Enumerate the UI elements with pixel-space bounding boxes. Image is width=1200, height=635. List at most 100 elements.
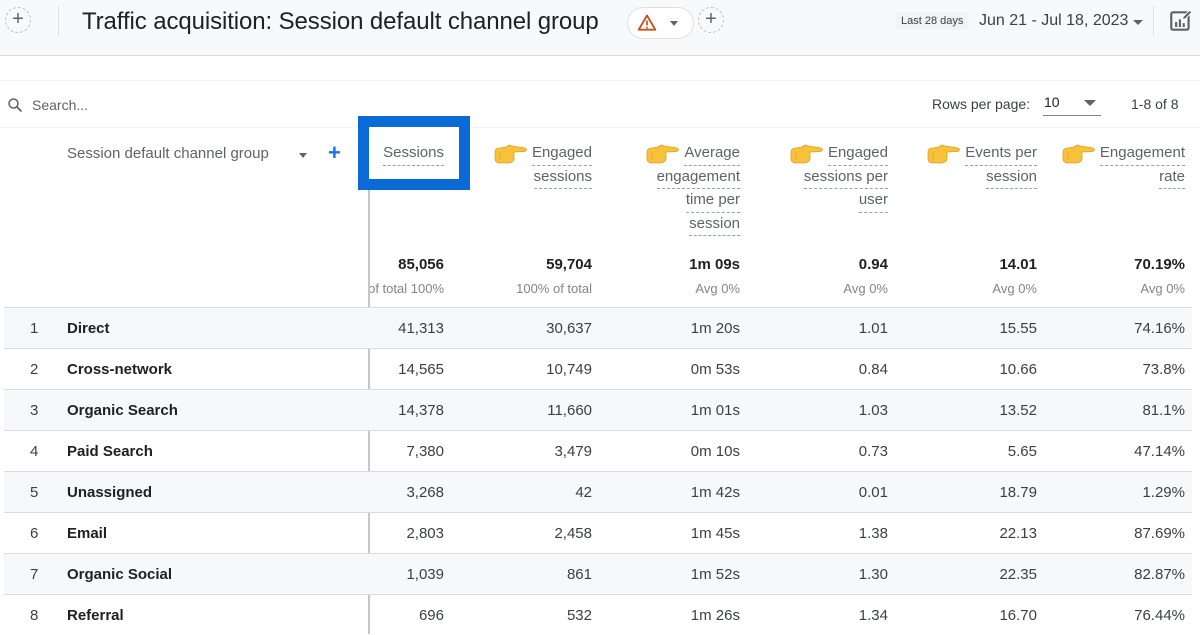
cell-engagement-rate: 82.87% — [1134, 566, 1185, 583]
cell-engaged-sessions: 11,660 — [547, 402, 592, 419]
cell-engaged-sessions-per-user: 0.84 — [858, 361, 888, 378]
cell-engagement-rate: 1.29% — [1142, 484, 1185, 501]
cell-events-per-session: 13.52 — [999, 402, 1037, 419]
table-row: 4 Paid Search 7,380 3,479 0m 10s 0.73 5.65 47.1… — [4, 430, 1192, 471]
cell-events-per-session: 22.35 — [999, 566, 1037, 583]
edit-report-icon[interactable] — [1168, 8, 1194, 34]
cell-sessions: 14,378 — [398, 402, 444, 419]
channel-name[interactable]: Organic Search — [67, 402, 178, 419]
cell-events-per-session: 15.55 — [999, 320, 1037, 337]
channel-name[interactable]: Organic Social — [67, 566, 172, 583]
cell-engaged-sessions-per-user: 0.73 — [858, 443, 888, 460]
cell-engagement-rate: 76.44% — [1134, 607, 1185, 624]
date-range-picker[interactable]: Jun 21 - Jul 18, 2023 — [979, 12, 1128, 30]
cell-engaged-sessions-per-user: 1.01 — [858, 320, 888, 337]
column-header-label: Engaged — [531, 142, 592, 166]
column-header-label: sessions per — [803, 166, 888, 189]
rows-per-page-select[interactable]: 10 — [1043, 92, 1101, 116]
cell-engaged-sessions: 532 — [566, 607, 592, 624]
cell-engagement-rate: 87.69% — [1134, 525, 1185, 542]
total-value: 0.94 — [858, 256, 888, 273]
channel-name[interactable]: Referral — [67, 607, 124, 624]
table-row: 8 Referral 696 532 1m 26s 1.34 16.70 76.44% — [4, 594, 1192, 635]
add-comparison-button[interactable]: + — [5, 7, 31, 33]
channel-name[interactable]: Email — [67, 525, 107, 542]
cell-engaged-sessions-per-user: 1.03 — [858, 402, 888, 419]
cell-avg-engagement-time: 1m 01s — [690, 402, 740, 419]
total-value: 70.19% — [1134, 256, 1185, 273]
table-row: 1 Direct 41,313 30,637 1m 20s 1.01 15.55 74.16% — [4, 307, 1192, 348]
row-index: 2 — [30, 361, 39, 378]
column-header-label: Average — [684, 142, 740, 166]
pointing-hand-icon — [646, 144, 680, 164]
column-header-label: sessions — [533, 166, 592, 189]
cell-engagement-rate: 74.16% — [1134, 320, 1185, 337]
row-index: 3 — [30, 402, 39, 419]
pagination-range: 1-8 of 8 — [1131, 96, 1179, 112]
total-value: 85,056 — [398, 256, 444, 273]
channel-name[interactable]: Cross-network — [67, 361, 172, 378]
data-quality-warning-button[interactable] — [627, 7, 694, 39]
divider — [1153, 6, 1154, 36]
cell-avg-engagement-time: 0m 10s — [690, 443, 740, 460]
plus-icon: + — [705, 8, 717, 30]
warning-icon — [637, 14, 657, 31]
cell-engaged-sessions-per-user: 1.38 — [858, 525, 888, 542]
report-header: + Traffic acquisition: Session default c… — [0, 0, 1200, 56]
add-filter-button[interactable]: + — [698, 7, 724, 33]
column-header-label: user — [858, 189, 888, 213]
cell-sessions: 3,268 — [406, 484, 444, 501]
dimension-dropdown-icon[interactable] — [299, 153, 307, 158]
cell-avg-engagement-time: 1m 52s — [690, 566, 740, 583]
rows-per-page-label: Rows per page: — [932, 96, 1031, 112]
pointing-hand-icon — [927, 144, 961, 164]
dimension-header[interactable]: Session default channel group — [67, 145, 269, 162]
cell-sessions: 1,039 — [406, 566, 444, 583]
table-row: 3 Organic Search 14,378 11,660 1m 01s 1.03 13.… — [4, 389, 1192, 430]
cell-avg-engagement-time: 1m 20s — [690, 320, 740, 337]
cell-avg-engagement-time: 0m 53s — [690, 361, 740, 378]
cell-engaged-sessions: 42 — [575, 484, 592, 501]
search-input[interactable] — [32, 94, 332, 116]
chevron-down-icon — [1084, 100, 1096, 106]
cell-engaged-sessions: 861 — [566, 566, 592, 583]
table-row: 5 Unassigned 3,268 42 1m 42s 0.01 18.79 1.29% — [4, 471, 1192, 512]
cell-sessions: 2,803 — [406, 525, 444, 542]
cell-engaged-sessions: 10,749 — [546, 361, 592, 378]
total-subtext: Avg 0% — [695, 281, 740, 296]
cell-engaged-sessions-per-user: 1.34 — [858, 607, 888, 624]
date-preset-label: Last 28 days — [896, 12, 969, 30]
row-index: 4 — [30, 443, 39, 460]
cell-events-per-session: 22.13 — [999, 525, 1037, 542]
column-header-label: Engaged — [827, 142, 888, 166]
divider — [0, 80, 1200, 81]
row-index: 1 — [30, 320, 39, 337]
row-index: 5 — [30, 484, 39, 501]
channel-name[interactable]: Direct — [67, 320, 110, 337]
cell-events-per-session: 16.70 — [999, 607, 1037, 624]
row-index: 7 — [30, 566, 39, 583]
cell-events-per-session: 18.79 — [999, 484, 1037, 501]
channel-name[interactable]: Paid Search — [67, 443, 153, 460]
pointing-hand-icon — [1062, 144, 1095, 164]
cell-events-per-session: 10.66 — [999, 361, 1037, 378]
column-header-label: rate — [1159, 166, 1185, 189]
row-index: 6 — [30, 525, 39, 542]
total-subtext: Avg 0% — [992, 281, 1037, 296]
column-header-label: Sessions — [383, 142, 444, 166]
channel-name[interactable]: Unassigned — [67, 484, 152, 501]
pointing-hand-icon — [790, 144, 823, 164]
plus-icon: + — [12, 8, 24, 30]
cell-engagement-rate: 81.1% — [1142, 402, 1185, 419]
column-header-sessions[interactable]: Sessions — [314, 142, 444, 166]
total-subtext: 100% of total — [370, 281, 444, 296]
cell-sessions: 14,565 — [398, 361, 444, 378]
cell-avg-engagement-time: 1m 26s — [690, 607, 740, 624]
divider — [0, 127, 1200, 128]
table-row: 6 Email 2,803 2,458 1m 45s 1.38 22.13 87.69% — [4, 512, 1192, 553]
chevron-down-icon[interactable] — [1133, 20, 1143, 25]
cell-avg-engagement-time: 1m 45s — [690, 525, 740, 542]
search-icon — [8, 98, 22, 112]
chevron-down-icon — [670, 21, 678, 26]
column-header-label: time per — [685, 189, 740, 213]
